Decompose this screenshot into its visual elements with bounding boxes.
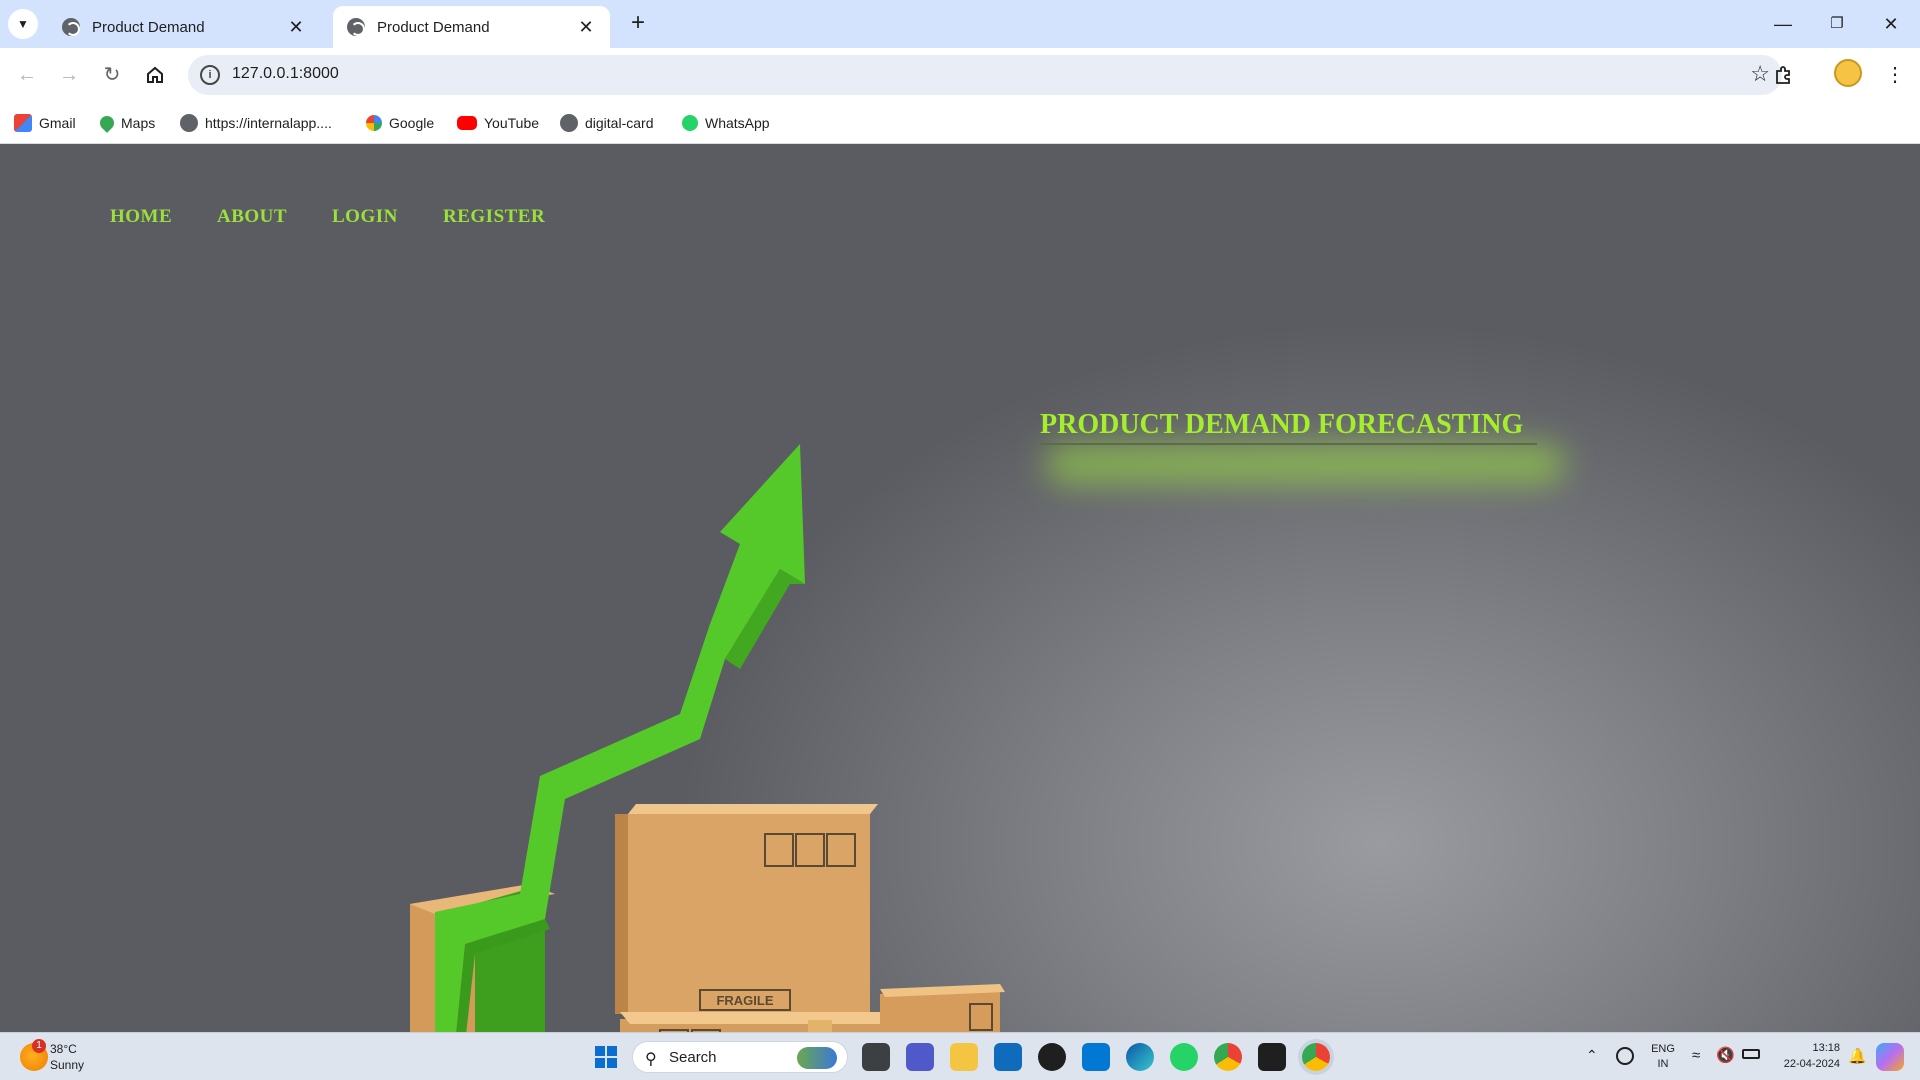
- home-icon: [147, 66, 163, 83]
- site-info-icon[interactable]: i: [200, 65, 220, 85]
- volume-muted-icon[interactable]: 🔇: [1716, 1046, 1735, 1064]
- bookmarks-bar: Gmail Maps https://internalapp.... Googl…: [0, 102, 1920, 144]
- nav-login-link[interactable]: LOGIN: [332, 206, 398, 228]
- new-tab-button[interactable]: +: [624, 10, 652, 38]
- chevron-down-icon: ▼: [17, 17, 29, 31]
- edge-icon[interactable]: [1126, 1043, 1154, 1071]
- battery-icon[interactable]: [1742, 1049, 1760, 1059]
- google-icon: [366, 115, 382, 131]
- globe-icon: [560, 114, 578, 132]
- close-window-button[interactable]: ✕: [1876, 10, 1906, 38]
- bookmark-label: digital-card: [585, 115, 654, 131]
- tab-title: Product Demand: [92, 18, 205, 36]
- language-region[interactable]: IN: [1648, 1058, 1678, 1070]
- extensions-button[interactable]: [1768, 60, 1798, 90]
- forward-button[interactable]: →: [54, 60, 84, 90]
- bookmark-google[interactable]: Google: [366, 112, 434, 134]
- chevron-up-icon[interactable]: ⌃: [1586, 1047, 1598, 1064]
- bookmark-youtube[interactable]: YouTube: [457, 112, 539, 134]
- file-explorer-icon[interactable]: [950, 1043, 978, 1071]
- copilot-icon[interactable]: [1876, 1043, 1904, 1071]
- weather-temp: 38°C: [50, 1042, 77, 1056]
- vscode-icon[interactable]: [1082, 1043, 1110, 1071]
- language-primary[interactable]: ENG: [1648, 1043, 1678, 1055]
- wifi-icon[interactable]: ≈: [1692, 1047, 1700, 1064]
- whatsapp-icon[interactable]: [1170, 1043, 1198, 1071]
- hero-glow: [1045, 444, 1565, 484]
- windows-taskbar: 1 38°C Sunny ⚲ Search ⌃ ENG IN ≈ 🔇 13:18…: [0, 1032, 1920, 1080]
- hero-title: PRODUCT DEMAND FORECASTING: [1040, 409, 1524, 440]
- clock-date[interactable]: 22-04-2024: [1768, 1058, 1840, 1070]
- cloud-offline-icon[interactable]: [1616, 1047, 1634, 1065]
- bookmark-label: Maps: [121, 115, 156, 131]
- tab-title: Product Demand: [377, 18, 490, 36]
- chrome-icon[interactable]: [1214, 1043, 1242, 1071]
- nav-about-link[interactable]: ABOUT: [217, 206, 287, 228]
- fragile-label: FRAGILE: [716, 993, 773, 1008]
- puzzle-icon: [1776, 66, 1790, 84]
- browser-toolbar: ← → ↻ i 127.0.0.1:8000 ☆ ⋮: [0, 48, 1920, 102]
- bookmark-label: https://internalapp....: [205, 115, 332, 131]
- hero-underline: [1040, 443, 1537, 445]
- globe-icon: [62, 18, 80, 36]
- terminal-icon[interactable]: [1258, 1043, 1286, 1071]
- clock-time[interactable]: 13:18: [1768, 1042, 1840, 1054]
- search-highlight-icon: [797, 1047, 837, 1069]
- tab-search-button[interactable]: ▼: [8, 9, 38, 39]
- menu-kebab-icon[interactable]: ⋮: [1880, 60, 1910, 90]
- back-button[interactable]: ←: [12, 60, 42, 90]
- bookmark-label: WhatsApp: [705, 115, 770, 131]
- maps-icon: [97, 113, 117, 133]
- youtube-icon: [457, 116, 477, 130]
- globe-icon: [347, 18, 365, 36]
- tab-inactive[interactable]: Product Demand ✕: [48, 6, 320, 48]
- weather-condition: Sunny: [50, 1058, 85, 1072]
- taskbar-search[interactable]: ⚲ Search: [632, 1041, 848, 1073]
- restore-button[interactable]: ❐: [1822, 10, 1852, 38]
- nav-home-link[interactable]: HOME: [110, 206, 172, 228]
- teams-icon[interactable]: [906, 1043, 934, 1071]
- profile-avatar[interactable]: [1834, 59, 1862, 87]
- growth-arrow-illustration: FRAGILE: [410, 444, 1005, 1032]
- tab-strip: ▼ Product Demand ✕ Product Demand ✕ + — …: [0, 0, 1920, 48]
- close-icon[interactable]: ✕: [286, 17, 306, 38]
- chrome-active-icon[interactable]: [1302, 1043, 1330, 1071]
- bookmark-gmail[interactable]: Gmail: [14, 112, 76, 134]
- bookmark-label: Google: [389, 115, 435, 131]
- task-view-icon[interactable]: [862, 1043, 890, 1071]
- bookmark-maps[interactable]: Maps: [97, 112, 156, 134]
- bookmark-label: Gmail: [39, 115, 76, 131]
- mail-icon[interactable]: [994, 1043, 1022, 1071]
- page-viewport: FRAGILE HOME ABOUT LOGIN REGISTER PRODUC…: [0, 144, 1920, 1032]
- tab-active[interactable]: Product Demand ✕: [333, 6, 610, 48]
- notification-bell-icon[interactable]: 🔔: [1848, 1047, 1867, 1065]
- nav-register-link[interactable]: REGISTER: [443, 206, 545, 228]
- minimize-button[interactable]: —: [1768, 10, 1798, 38]
- whatsapp-icon: [682, 115, 698, 131]
- close-icon[interactable]: ✕: [576, 17, 596, 38]
- gmail-icon: [14, 114, 32, 132]
- bookmark-whatsapp[interactable]: WhatsApp: [682, 112, 770, 134]
- bookmark-label: YouTube: [484, 115, 540, 131]
- search-placeholder: Search: [669, 1049, 717, 1066]
- address-bar[interactable]: i 127.0.0.1:8000 ☆: [188, 55, 1782, 95]
- bookmark-digital-card[interactable]: digital-card: [560, 112, 653, 134]
- search-icon: ⚲: [645, 1051, 657, 1068]
- reload-button[interactable]: ↻: [97, 60, 127, 90]
- dell-icon[interactable]: [1038, 1043, 1066, 1071]
- home-button[interactable]: [140, 60, 170, 90]
- bookmark-internalapp[interactable]: https://internalapp....: [180, 112, 332, 134]
- globe-icon: [180, 114, 198, 132]
- weather-badge: 1: [32, 1039, 46, 1053]
- windows-start-icon[interactable]: [594, 1045, 618, 1069]
- address-url: 127.0.0.1:8000: [232, 65, 339, 82]
